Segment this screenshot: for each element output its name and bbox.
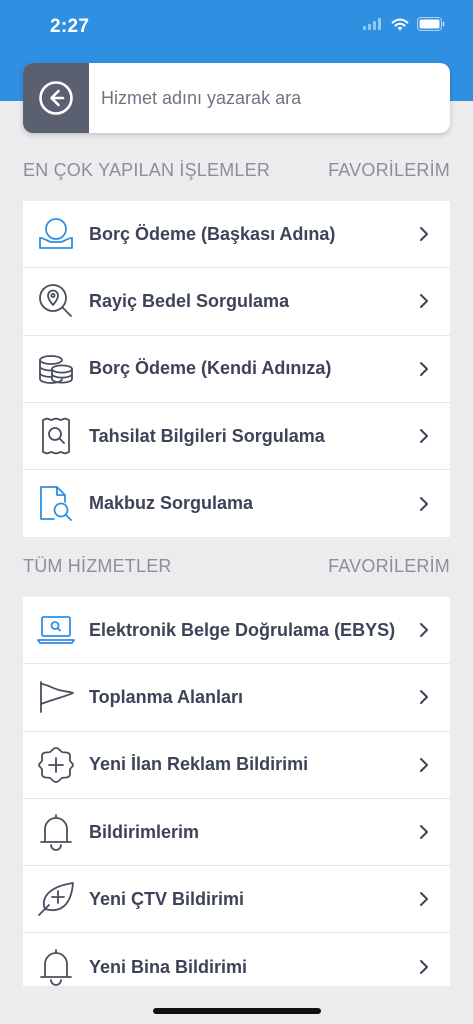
chevron-right-icon [420,825,428,840]
list-item-yeni-ctv-bildirimi[interactable]: Yeni ÇTV Bildirimi [23,866,450,934]
list-item-label: Makbuz Sorgulama [89,493,254,514]
list-item-label: Borç Ödeme (Kendi Adınıza) [89,358,332,379]
list-item-borc-odeme-kendi[interactable]: Borç Ödeme (Kendi Adınıza) [23,336,450,403]
search-input[interactable] [89,63,450,133]
list-item-toplanma-alanlari[interactable]: Toplanma Alanları [23,664,450,732]
chevron-right-icon [420,623,428,638]
badge-plus-icon [38,746,74,783]
bell-icon [40,814,72,851]
leaf-plus-icon [38,882,74,917]
list-item-yeni-ilan-reklam[interactable]: Yeni İlan Reklam Bildirimi [23,732,450,799]
list-item-rayic-bedel[interactable]: Rayiç Bedel Sorgulama [23,268,450,336]
list-item-label: Tahsilat Bilgileri Sorgulama [89,425,325,446]
status-icons [363,17,445,31]
list-item-yeni-bina-bildirimi[interactable]: Yeni Bina Bildirimi [23,933,450,986]
list-item-label: Borç Ödeme (Başkası Adına) [89,223,336,244]
list-item-label: Toplanma Alanları [89,686,244,707]
home-indicator [153,1008,321,1014]
list-item-label: Yeni Bina Bildirimi [89,956,248,977]
laptop-search-icon [37,616,75,645]
battery-icon [417,17,445,31]
status-time: 2:27 [50,16,90,37]
receipt-search-icon [42,417,70,455]
list-item-tahsilat-bilgileri[interactable]: Tahsilat Bilgileri Sorgulama [23,403,450,471]
status-bar: 2:27 [0,0,473,54]
popular-favorites-link[interactable]: FAVORİLERİM [328,160,450,181]
back-button[interactable] [23,63,89,133]
wifi-icon [391,18,409,30]
document-search-icon [40,485,72,521]
chevron-right-icon [420,227,428,242]
all-services-section-header: TÜM HİZMETLER FAVORİLERİM [23,554,450,578]
list-item-label: Elektronik Belge Doğrulama (EBYS) [89,619,396,640]
coins-icon [39,354,73,384]
list-item-label: Yeni İlan Reklam Bildirimi [89,754,309,775]
all-services-list: Elektronik Belge Doğrulama (EBYS) Toplan… [23,597,450,986]
all-services-section-title: TÜM HİZMETLER [23,555,172,576]
chevron-right-icon [420,892,428,907]
popular-section-title: EN ÇOK YAPILAN İŞLEMLER [23,159,271,180]
payment-hand-icon [39,218,73,250]
location-search-icon [39,284,72,318]
list-item-bildirimlerim[interactable]: Bildirimlerim [23,799,450,867]
list-item-label: Rayiç Bedel Sorgulama [89,290,290,311]
chevron-right-icon [420,757,428,772]
signal-icon [363,18,381,30]
flag-icon [40,681,74,714]
chevron-right-icon [420,496,428,511]
list-item-label: Yeni ÇTV Bildirimi [89,888,245,909]
list-item-borc-odeme-baskasi[interactable]: Borç Ödeme (Başkası Adına) [23,201,450,269]
chevron-right-icon [420,361,428,376]
popular-list: Borç Ödeme (Başkası Adına) Rayiç Bedel S… [23,201,450,538]
back-arrow-circle-icon [39,81,73,115]
popular-section-header: EN ÇOK YAPILAN İŞLEMLER FAVORİLERİM [23,158,450,182]
chevron-right-icon [420,690,428,705]
chevron-right-icon [420,960,428,975]
chevron-right-icon [420,294,428,309]
all-favorites-link[interactable]: FAVORİLERİM [328,556,450,577]
chevron-right-icon [420,429,428,444]
bell-icon [40,949,72,986]
list-item-makbuz-sorgulama[interactable]: Makbuz Sorgulama [23,470,450,537]
list-item-elektronik-belge[interactable]: Elektronik Belge Doğrulama (EBYS) [23,597,450,665]
search-bar [23,63,450,133]
list-item-label: Bildirimlerim [89,821,200,842]
